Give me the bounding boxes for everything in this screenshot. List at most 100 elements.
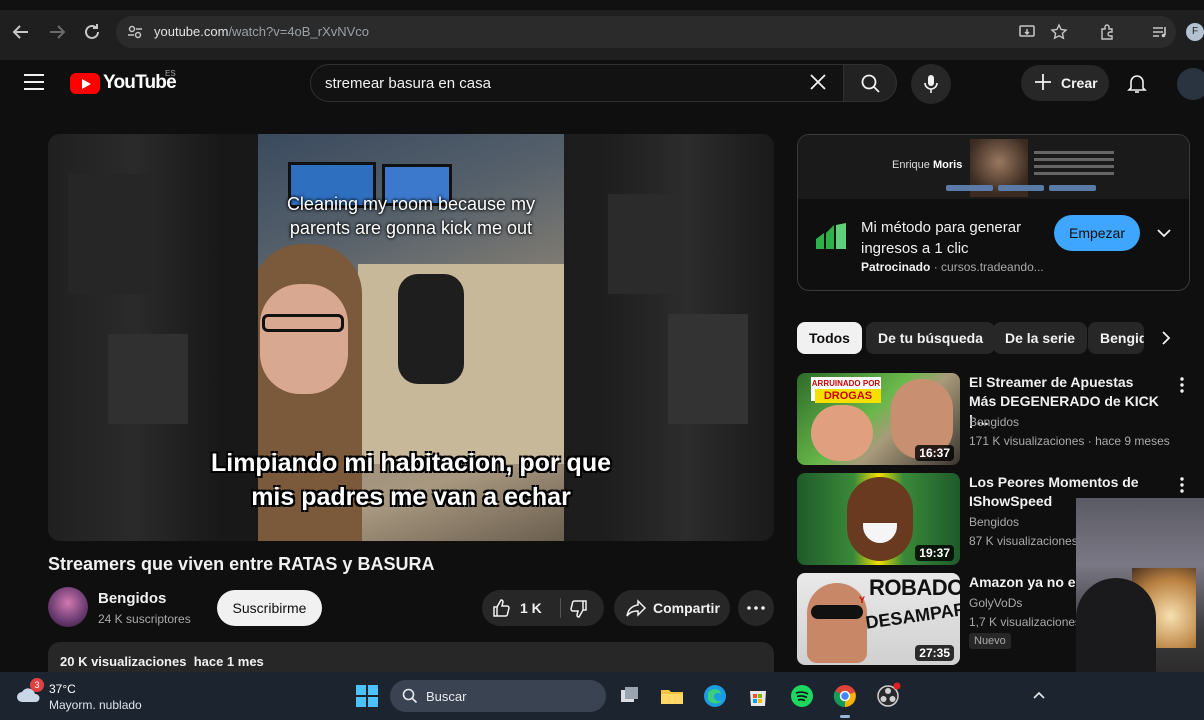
- thumbnail-face: [807, 583, 867, 663]
- site-settings-icon[interactable]: [126, 23, 144, 41]
- voice-search-button[interactable]: [911, 64, 951, 104]
- task-view-icon[interactable]: [616, 682, 644, 710]
- taskbar-search[interactable]: Buscar: [390, 680, 606, 712]
- thumbnail-text: Y: [859, 595, 866, 605]
- duration-badge: 16:37: [915, 445, 954, 461]
- ad-last-name: Moris: [932, 159, 963, 171]
- recommendation-stats: 1,7 K visualizaciones: [969, 615, 1082, 629]
- weather-description[interactable]: Mayorm. nublado: [49, 698, 142, 712]
- view-count: 20 K visualizaciones: [60, 654, 187, 669]
- plus-icon: [1033, 70, 1053, 99]
- channel-name[interactable]: Bengidos: [98, 590, 166, 607]
- address-bar[interactable]: youtube.com/watch?v=4oB_rXvNVco: [116, 16, 1176, 48]
- recommendation-stats: 87 K visualizaciones: [969, 534, 1078, 548]
- share-arrow-icon: [626, 599, 647, 617]
- thumbs-up-icon: [493, 599, 510, 617]
- more-actions-button[interactable]: [738, 590, 774, 626]
- like-dislike-group: 1 K: [482, 590, 604, 626]
- search-input[interactable]: stremear basura en casa: [310, 64, 844, 102]
- more-vertical-icon[interactable]: [1175, 475, 1189, 495]
- share-button[interactable]: Compartir: [614, 590, 730, 626]
- recommendation-channel[interactable]: Bengidos: [969, 415, 1019, 429]
- recommendation-channel[interactable]: GolyVoDs: [969, 596, 1022, 610]
- youtube-logo[interactable]: YouTube: [70, 72, 177, 94]
- weather-temperature[interactable]: 37°C: [49, 682, 76, 696]
- like-button[interactable]: 1 K: [482, 590, 554, 626]
- forward-arrow-icon[interactable]: [45, 20, 69, 44]
- edge-browser-icon[interactable]: [701, 682, 729, 710]
- more-vertical-icon[interactable]: [1175, 375, 1189, 395]
- more-horizontal-icon: [747, 606, 765, 610]
- subscribe-button[interactable]: Suscribirme: [217, 590, 322, 626]
- new-badge: Nuevo: [969, 633, 1011, 649]
- notifications-bell-icon[interactable]: [1126, 72, 1148, 94]
- thumbnail-text: ROBADO: [869, 575, 960, 600]
- recommendation-item[interactable]: ARRUINADO POR LAS DROGAS 16:37 El Stream…: [797, 373, 1197, 467]
- url-host: youtube.com: [154, 24, 229, 39]
- ad-title[interactable]: Mi método para generar ingresos a 1 clic: [861, 217, 1041, 259]
- person-face: [260, 284, 348, 394]
- thumbnail-face: [811, 405, 873, 461]
- back-arrow-icon[interactable]: [9, 20, 33, 44]
- recommendation-channel[interactable]: Bengidos: [969, 515, 1019, 529]
- subscriber-count: 24 K suscriptores: [98, 612, 191, 626]
- media-controls-icon[interactable]: [1151, 23, 1169, 41]
- search-icon: [861, 74, 880, 93]
- spotify-icon[interactable]: [788, 682, 816, 710]
- chrome-icon[interactable]: [831, 682, 859, 718]
- thumbnail-text: DROGAS: [815, 389, 881, 403]
- account-avatar[interactable]: [1177, 68, 1204, 100]
- blur-block: [68, 174, 158, 294]
- ad-banner[interactable]: Enrique Moris: [798, 135, 1189, 199]
- chip-from-search[interactable]: De tu búsqueda: [866, 322, 996, 354]
- search-button[interactable]: [843, 64, 897, 102]
- clear-search-icon[interactable]: [807, 71, 829, 98]
- video-thumbnail[interactable]: ARRUINADO POR LAS DROGAS 16:37: [797, 373, 960, 465]
- ad-card[interactable]: Enrique Moris Mi método para generar ing…: [797, 134, 1190, 291]
- duration-badge: 27:35: [915, 645, 954, 661]
- dislike-button[interactable]: [562, 590, 604, 626]
- caption-line: Limpiando mi habitacion, por que: [210, 449, 611, 477]
- reload-icon[interactable]: [80, 20, 104, 44]
- ad-banner-text-lines: [1034, 151, 1114, 179]
- bookmark-star-icon[interactable]: [1050, 23, 1068, 41]
- weather-alert-badge: 3: [30, 678, 44, 692]
- create-button[interactable]: Crear: [1021, 65, 1109, 101]
- sponsored-label: Patrocinado: [861, 260, 931, 274]
- video-thumbnail[interactable]: 19:37: [797, 473, 960, 565]
- video-thumbnail[interactable]: ROBADO Y DESAMPARADO 27:35: [797, 573, 960, 665]
- ad-cta-button[interactable]: Empezar: [1054, 215, 1140, 251]
- install-app-icon[interactable]: [1018, 23, 1036, 41]
- advertiser-logo-icon: [814, 221, 848, 251]
- chip-all[interactable]: Todos: [797, 322, 862, 354]
- blur-block: [668, 314, 748, 424]
- chevron-up-icon[interactable]: [1030, 686, 1048, 704]
- country-code: ES: [165, 69, 176, 78]
- windows-taskbar: 3 37°C Mayorm. nublado Buscar: [0, 672, 1204, 720]
- recommendation-stats: 171 K visualizaciones · hace 9 meses: [969, 434, 1170, 448]
- obs-app-icon[interactable]: [874, 682, 902, 710]
- microsoft-store-icon[interactable]: [744, 682, 772, 710]
- chevron-down-icon[interactable]: [1154, 223, 1174, 243]
- search-icon: [402, 688, 418, 704]
- video-title: Streamers que viven entre RATAS y BASURA: [48, 554, 435, 574]
- ad-domain: cursos.tradeando...: [941, 260, 1044, 274]
- file-explorer-icon[interactable]: [658, 682, 686, 710]
- url-path: /watch?v=4oB_rXvNVco: [228, 24, 369, 39]
- video-player[interactable]: Cleaning my room because my parents are …: [48, 134, 774, 541]
- chevron-right-icon[interactable]: [1156, 328, 1176, 348]
- divider: [560, 598, 561, 618]
- video-caption-top: Cleaning my room because my parents are …: [286, 194, 536, 238]
- windows-start-icon[interactable]: [355, 684, 379, 708]
- chip-channel[interactable]: Bengidos: [1088, 322, 1144, 354]
- extensions-icon[interactable]: [1099, 23, 1117, 41]
- chip-from-series[interactable]: De la serie: [993, 322, 1088, 354]
- ad-banner-tags: [946, 185, 1097, 191]
- profile-avatar[interactable]: F: [1186, 23, 1204, 41]
- video-caption-bottom: Limpiando mi habitacion, por que mis pad…: [48, 446, 774, 514]
- upload-age: hace 1 mes: [193, 654, 264, 669]
- channel-avatar[interactable]: [48, 587, 88, 627]
- menu-icon[interactable]: [24, 74, 44, 90]
- caption-line: mis padres me van a echar: [251, 483, 571, 511]
- taskbar-search-label: Buscar: [426, 689, 467, 704]
